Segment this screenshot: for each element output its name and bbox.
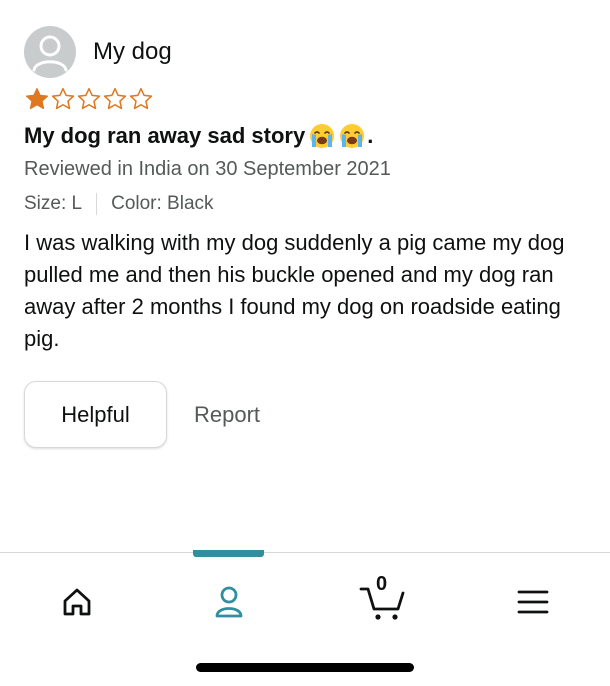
- active-tab-indicator: [193, 550, 264, 557]
- star-empty-icon: [128, 86, 154, 112]
- review-body: I was walking with my dog suddenly a pig…: [24, 230, 565, 351]
- review-actions: Helpful Report: [24, 381, 260, 448]
- star-empty-icon: [76, 86, 102, 112]
- home-indicator[interactable]: [196, 663, 414, 672]
- review-title: My dog ran away sad story: [24, 123, 306, 148]
- variant-info: Size: L Color: Black: [24, 193, 594, 215]
- reviewer-row: My dog: [24, 26, 594, 78]
- variant-color: Color: Black: [111, 193, 214, 214]
- review-date: Reviewed in India on 30 September 2021: [24, 158, 391, 180]
- crying-face-icon: [339, 123, 365, 149]
- menu-icon: [517, 590, 549, 614]
- nav-home[interactable]: [52, 577, 102, 627]
- reviewer-name[interactable]: My dog: [93, 38, 172, 66]
- star-empty-icon: [102, 86, 128, 112]
- avatar: [24, 26, 76, 78]
- star-empty-icon: [50, 86, 76, 112]
- review-title-row: My dog ran away sad story .: [24, 120, 594, 152]
- variant-size: Size: L: [24, 193, 83, 214]
- review-title-suffix: .: [367, 123, 374, 148]
- cart-count: 0: [376, 573, 388, 595]
- report-link[interactable]: Report: [194, 402, 260, 428]
- nav-account[interactable]: [204, 577, 254, 627]
- person-icon: [32, 35, 68, 72]
- nav-cart[interactable]: 0: [355, 573, 411, 627]
- star-filled-icon: [24, 86, 50, 112]
- home-icon: [63, 588, 91, 616]
- account-icon: [215, 586, 243, 618]
- helpful-button[interactable]: Helpful: [24, 381, 167, 448]
- star-rating: [24, 86, 594, 112]
- review-card: My dog My dog ran away sad story . Revie…: [24, 26, 594, 355]
- variant-divider: [96, 193, 98, 215]
- crying-face-icon: [309, 123, 335, 149]
- nav-menu[interactable]: [508, 577, 558, 627]
